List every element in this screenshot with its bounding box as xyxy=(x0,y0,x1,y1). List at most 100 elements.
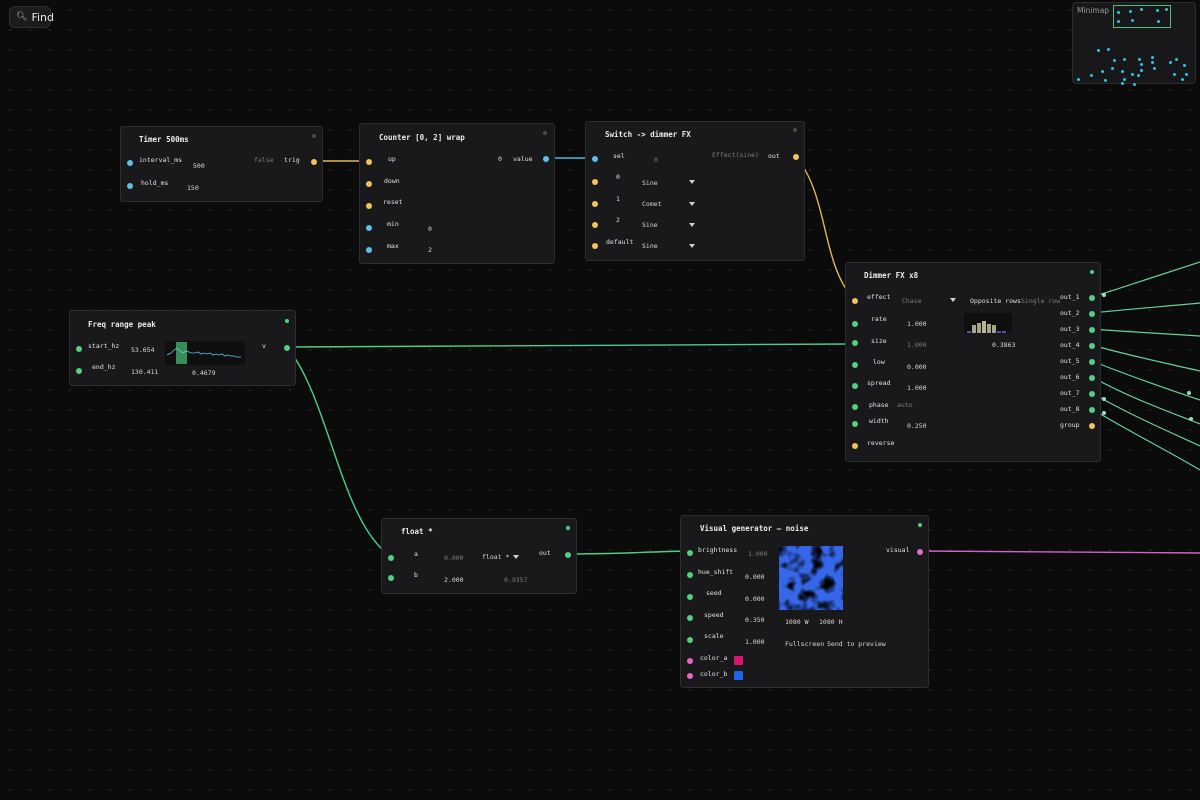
value-phase[interactable]: auto xyxy=(897,401,913,409)
spectrum-preview[interactable] xyxy=(165,341,245,365)
status-dot xyxy=(543,131,547,135)
value-spread[interactable]: 1.000 xyxy=(907,384,927,392)
port-value-out[interactable] xyxy=(543,156,549,162)
port-rate[interactable] xyxy=(852,321,858,327)
port-out-1[interactable] xyxy=(1089,295,1095,301)
value-start-hz[interactable]: 53.654 xyxy=(131,346,154,354)
port-width[interactable] xyxy=(852,421,858,427)
counter-node[interactable]: Counter [0, 2] wrap up down reset min 0 … xyxy=(359,123,555,264)
select-default[interactable]: Sine xyxy=(642,242,658,250)
port-brightness[interactable] xyxy=(687,550,693,556)
port-color-b[interactable] xyxy=(687,673,693,679)
port-out[interactable] xyxy=(565,552,571,558)
minimap-node-dot xyxy=(1123,58,1126,61)
port-visual-out[interactable] xyxy=(917,549,923,555)
value-hold-ms[interactable]: 150 xyxy=(187,184,199,192)
select-case-0[interactable]: Sine xyxy=(642,179,658,187)
minimap[interactable]: Minimap xyxy=(1072,2,1196,86)
label-hue-shift: hue_shift xyxy=(698,568,734,576)
label-size: size xyxy=(871,337,887,345)
color-b-swatch[interactable] xyxy=(734,671,743,680)
value-scale[interactable]: 1.000 xyxy=(745,638,765,646)
port-out-6[interactable] xyxy=(1089,375,1095,381)
value-max[interactable]: 2 xyxy=(428,246,432,254)
port-down[interactable] xyxy=(366,181,372,187)
node-title: Freq range peak xyxy=(88,320,156,329)
port-up[interactable] xyxy=(366,159,372,165)
value-low[interactable]: 0.000 xyxy=(907,363,927,371)
port-low[interactable] xyxy=(852,362,858,368)
value-seed[interactable]: 0.000 xyxy=(745,595,765,603)
visual-generator-node[interactable]: Visual generator — noise brightness 1.00… xyxy=(680,515,929,688)
port-case-1[interactable] xyxy=(592,201,598,207)
port-out-3[interactable] xyxy=(1089,327,1095,333)
value-interval-ms[interactable]: 500 xyxy=(193,162,205,170)
port-effect[interactable] xyxy=(852,298,858,304)
port-default[interactable] xyxy=(592,243,598,249)
value-sel[interactable]: 0 xyxy=(654,156,658,164)
port-interval-ms[interactable] xyxy=(127,160,133,166)
value-b[interactable]: 2.000 xyxy=(444,576,464,584)
switch-node[interactable]: Switch -> dimmer FX sel 0 Effect(sine) o… xyxy=(585,121,805,261)
output-label: out_7 xyxy=(1060,389,1080,397)
float-multiply-node[interactable]: float * a 0.000 float * b 2.000 0.9357 o… xyxy=(381,518,577,594)
port-a[interactable] xyxy=(388,555,394,561)
value-min[interactable]: 0 xyxy=(428,225,432,233)
port-sel[interactable] xyxy=(592,156,598,162)
port-spread[interactable] xyxy=(852,383,858,389)
port-size[interactable] xyxy=(852,340,858,346)
minimap-node-dot xyxy=(1077,78,1080,81)
port-min[interactable] xyxy=(366,225,372,231)
port-hue-shift[interactable] xyxy=(687,572,693,578)
value-a[interactable]: 0.000 xyxy=(444,554,464,562)
mode-opposite-rows[interactable]: Opposite rows xyxy=(970,297,1021,305)
select-case-1[interactable]: Comet xyxy=(642,200,662,208)
find-button[interactable]: 🔍︎ Find xyxy=(9,6,54,28)
port-out-5[interactable] xyxy=(1089,359,1095,365)
port-start-hz[interactable] xyxy=(76,346,82,352)
color-a-swatch[interactable] xyxy=(734,656,743,665)
value-rate[interactable]: 1.000 xyxy=(907,320,927,328)
status-dot xyxy=(1090,270,1094,274)
value-hue-shift[interactable]: 0.000 xyxy=(745,573,765,581)
port-out-2[interactable] xyxy=(1089,311,1095,317)
port-reset[interactable] xyxy=(366,203,372,209)
port-reverse[interactable] xyxy=(852,443,858,449)
port-out-4[interactable] xyxy=(1089,343,1095,349)
value-size[interactable]: 1.000 xyxy=(907,341,927,349)
port-seed[interactable] xyxy=(687,594,693,600)
value-width[interactable]: 0.250 xyxy=(907,422,927,430)
port-b[interactable] xyxy=(388,575,394,581)
port-speed[interactable] xyxy=(687,615,693,621)
port-out-7[interactable] xyxy=(1089,391,1095,397)
select-effect[interactable]: Chase xyxy=(902,297,922,305)
port-trig-out[interactable] xyxy=(311,159,317,165)
port-case-0[interactable] xyxy=(592,179,598,185)
port-group[interactable] xyxy=(1089,423,1095,429)
minimap-node-dot xyxy=(1138,58,1141,61)
fullscreen-button[interactable]: Fullscreen xyxy=(785,640,824,648)
value-speed[interactable]: 0.350 xyxy=(745,616,765,624)
port-hold-ms[interactable] xyxy=(127,183,133,189)
port-out[interactable] xyxy=(793,154,799,160)
port-max[interactable] xyxy=(366,247,372,253)
output-label: out_2 xyxy=(1060,309,1080,317)
minimap-node-dot xyxy=(1151,56,1154,59)
port-scale[interactable] xyxy=(687,637,693,643)
freq-range-peak-node[interactable]: Freq range peak start_hz 53.654 end_hz 1… xyxy=(69,310,296,386)
port-end-hz[interactable] xyxy=(76,368,82,374)
value-end-hz[interactable]: 130.411 xyxy=(131,368,158,376)
select-operator[interactable]: float * xyxy=(482,553,509,561)
port-case-2[interactable] xyxy=(592,222,598,228)
port-phase[interactable] xyxy=(852,404,858,410)
mode-single-row[interactable]: Single row xyxy=(1021,297,1060,305)
dimmer-fx-node[interactable]: Dimmer FX x8 effect Chase Opposite rows … xyxy=(845,262,1101,462)
port-out-8[interactable] xyxy=(1089,407,1095,413)
noise-preview[interactable] xyxy=(779,546,843,610)
port-color-a[interactable] xyxy=(687,658,693,664)
send-to-preview-button[interactable]: Send to preview xyxy=(827,640,886,648)
port-v-out[interactable] xyxy=(284,345,290,351)
value-brightness[interactable]: 1.000 xyxy=(748,550,768,558)
select-case-2[interactable]: Sine xyxy=(642,221,658,229)
timer-node[interactable]: Timer 500ms interval_ms 500 hold_ms 150 … xyxy=(120,126,323,202)
